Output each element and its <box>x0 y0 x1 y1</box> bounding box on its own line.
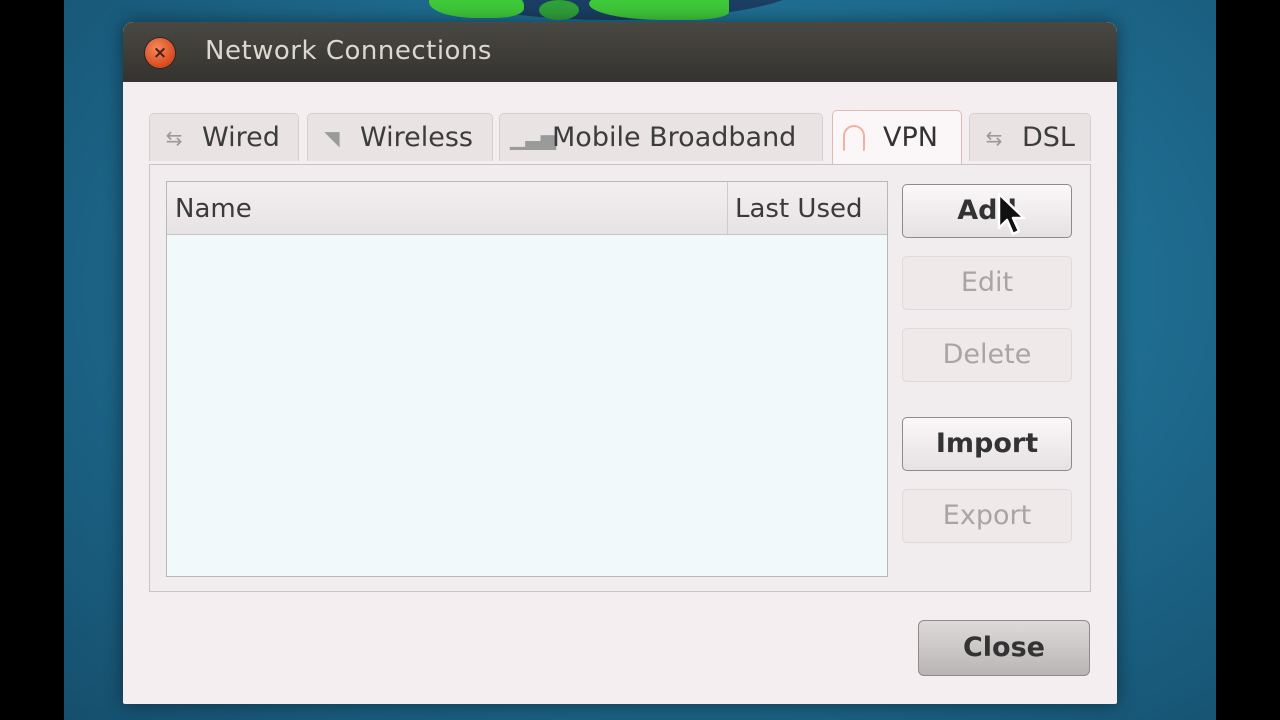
close-button[interactable]: Close <box>918 620 1090 676</box>
connections-list[interactable]: Name Last Used <box>166 181 888 577</box>
dsl-icon: ⇆ <box>985 125 1003 150</box>
globe-wallpaper-graphic <box>419 0 809 20</box>
tab-wired[interactable]: ⇆ Wired <box>149 113 299 161</box>
tab-dsl[interactable]: ⇆ DSL <box>969 113 1091 161</box>
column-header-name[interactable]: Name <box>175 194 252 224</box>
tab-wireless[interactable]: ◥ Wireless <box>307 113 493 161</box>
export-button[interactable]: Export <box>902 489 1072 543</box>
mobile-broadband-icon: ▁▃▅ <box>510 125 557 150</box>
window-title: Network Connections <box>205 36 492 66</box>
title-bar: × Network Connections <box>123 22 1117 82</box>
tab-vpn[interactable]: VPN <box>832 110 962 164</box>
vpn-tab-panel: Name Last Used Add Edit Delete Import Ex… <box>149 164 1091 592</box>
tab-label: Wired <box>202 122 280 153</box>
tab-label: Wireless <box>360 122 473 153</box>
tab-label: DSL <box>1022 122 1075 153</box>
wired-icon: ⇆ <box>165 125 183 150</box>
list-header: Name Last Used <box>167 182 887 235</box>
window-close-icon[interactable]: × <box>145 38 175 68</box>
column-divider <box>727 182 728 234</box>
tab-label: VPN <box>883 122 938 153</box>
network-connections-window: × Network Connections ⇆ Wired ◥ Wireless… <box>123 22 1117 704</box>
tab-label: Mobile Broadband <box>552 122 797 153</box>
edit-button[interactable]: Edit <box>902 256 1072 310</box>
add-button[interactable]: Add <box>902 184 1072 238</box>
wireless-icon: ◥ <box>324 125 340 150</box>
import-button[interactable]: Import <box>902 417 1072 471</box>
column-header-last-used[interactable]: Last Used <box>735 194 863 224</box>
mouse-pointer-icon <box>997 192 1026 236</box>
delete-button[interactable]: Delete <box>902 328 1072 382</box>
tab-mobile-broadband[interactable]: ▁▃▅ Mobile Broadband <box>499 113 823 161</box>
vpn-lock-icon <box>843 124 865 151</box>
